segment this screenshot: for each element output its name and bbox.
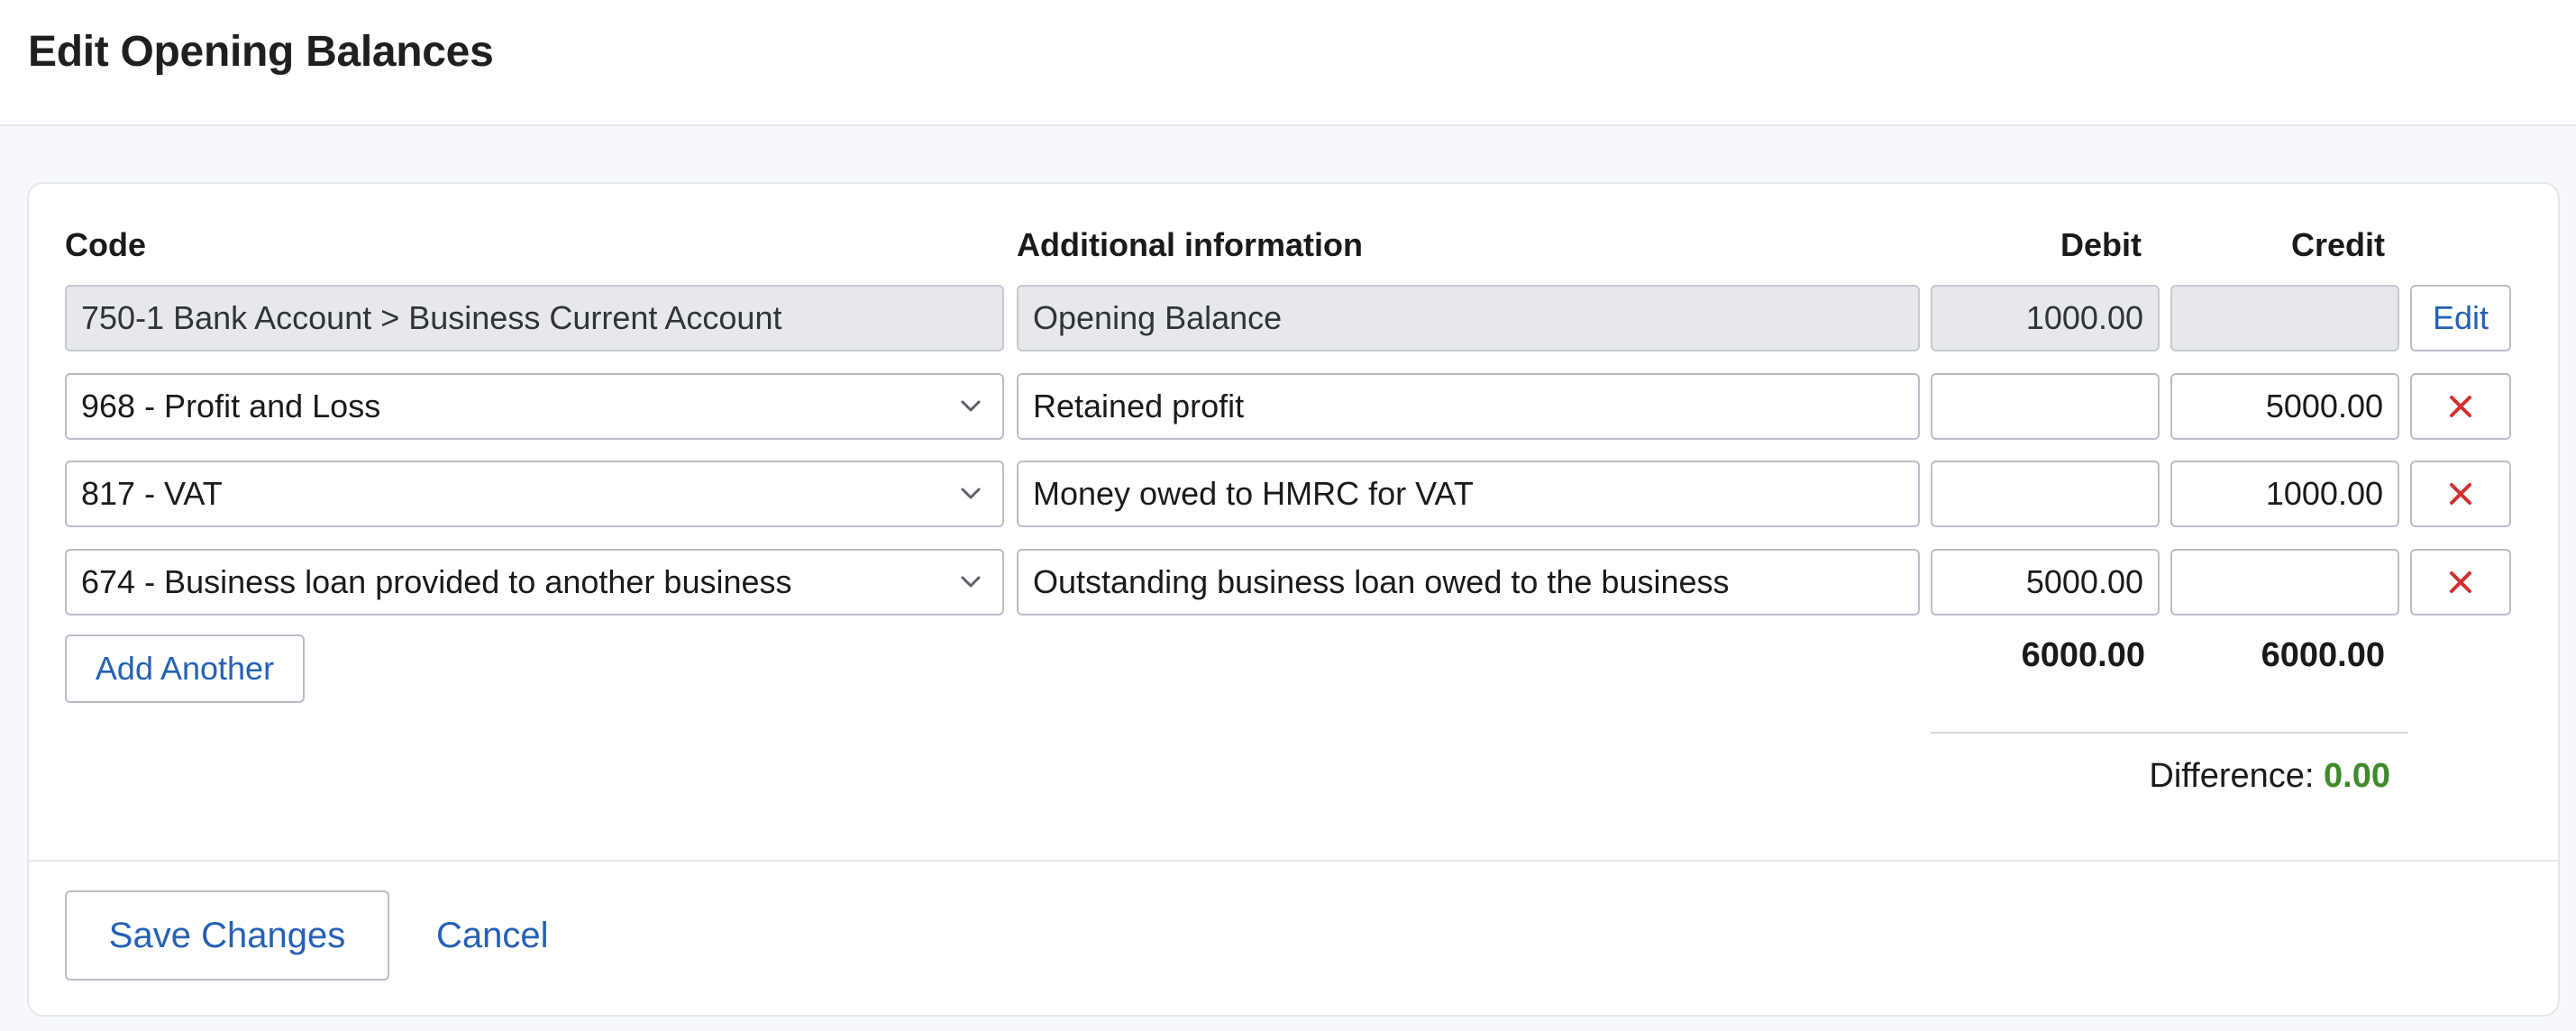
header-debit: Debit bbox=[2060, 226, 2142, 263]
code-select-row-3[interactable]: 674 - Business loan provided to another … bbox=[65, 549, 1004, 616]
edit-bank-account-button[interactable]: Edit bbox=[2410, 285, 2511, 351]
header-additional-information: Additional information bbox=[1017, 226, 1363, 263]
chevron-down-icon bbox=[961, 400, 981, 412]
add-another-button[interactable]: Add Another bbox=[65, 634, 305, 703]
credit-input-row-3[interactable] bbox=[2170, 549, 2399, 616]
remove-row-1-button[interactable] bbox=[2410, 373, 2511, 440]
code-select-row-2[interactable]: 817 - VAT bbox=[65, 461, 1004, 527]
remove-row-2-button[interactable] bbox=[2410, 461, 2511, 527]
debit-input-row-2[interactable] bbox=[1931, 461, 2160, 527]
page-title: Edit Opening Balances bbox=[28, 28, 494, 76]
bank-account-info-field: Opening Balance bbox=[1017, 285, 1920, 351]
difference-label: Difference: bbox=[2149, 757, 2315, 795]
code-select-row-1[interactable]: 968 - Profit and Loss bbox=[65, 373, 1004, 440]
chevron-down-icon bbox=[961, 488, 981, 499]
bank-account-code-field: 750-1 Bank Account > Business Current Ac… bbox=[65, 285, 1004, 351]
bank-account-credit-field bbox=[2170, 285, 2399, 351]
header-credit: Credit bbox=[2290, 226, 2385, 263]
difference-value: 0.00 bbox=[2324, 757, 2390, 795]
code-select-value: 674 - Business loan provided to another … bbox=[81, 563, 792, 600]
credit-input-row-1[interactable]: 5000.00 bbox=[2170, 373, 2399, 440]
remove-row-3-button[interactable] bbox=[2410, 549, 2511, 616]
credit-input-row-2[interactable]: 1000.00 bbox=[2170, 461, 2399, 527]
info-input-row-2[interactable]: Money owed to HMRC for VAT bbox=[1017, 461, 1920, 527]
bank-account-debit-field: 1000.00 bbox=[1931, 285, 2160, 351]
difference-summary: Difference: 0.00 bbox=[1822, 757, 2390, 796]
save-changes-button[interactable]: Save Changes bbox=[65, 890, 389, 981]
totals-divider bbox=[1931, 732, 2408, 734]
close-icon bbox=[2450, 571, 2471, 593]
info-input-row-3[interactable]: Outstanding business loan owed to the bu… bbox=[1017, 549, 1920, 616]
close-icon bbox=[2450, 483, 2471, 505]
debit-input-row-3[interactable]: 5000.00 bbox=[1931, 549, 2160, 616]
credit-total: 6000.00 bbox=[2261, 636, 2385, 674]
close-icon bbox=[2450, 396, 2471, 417]
code-select-value: 817 - VAT bbox=[81, 475, 223, 512]
debit-total: 6000.00 bbox=[2021, 636, 2145, 674]
chevron-down-icon bbox=[961, 576, 981, 588]
page-header: Edit Opening Balances bbox=[0, 0, 2576, 126]
debit-input-row-1[interactable] bbox=[1931, 373, 2160, 440]
card-divider bbox=[29, 860, 2558, 862]
code-select-value: 968 - Profit and Loss bbox=[81, 388, 381, 424]
cancel-link[interactable]: Cancel bbox=[436, 914, 549, 957]
opening-balances-card: Code Additional information Debit Credit… bbox=[27, 182, 2560, 1017]
info-input-row-1[interactable]: Retained profit bbox=[1017, 373, 1920, 440]
header-code: Code bbox=[65, 226, 146, 263]
